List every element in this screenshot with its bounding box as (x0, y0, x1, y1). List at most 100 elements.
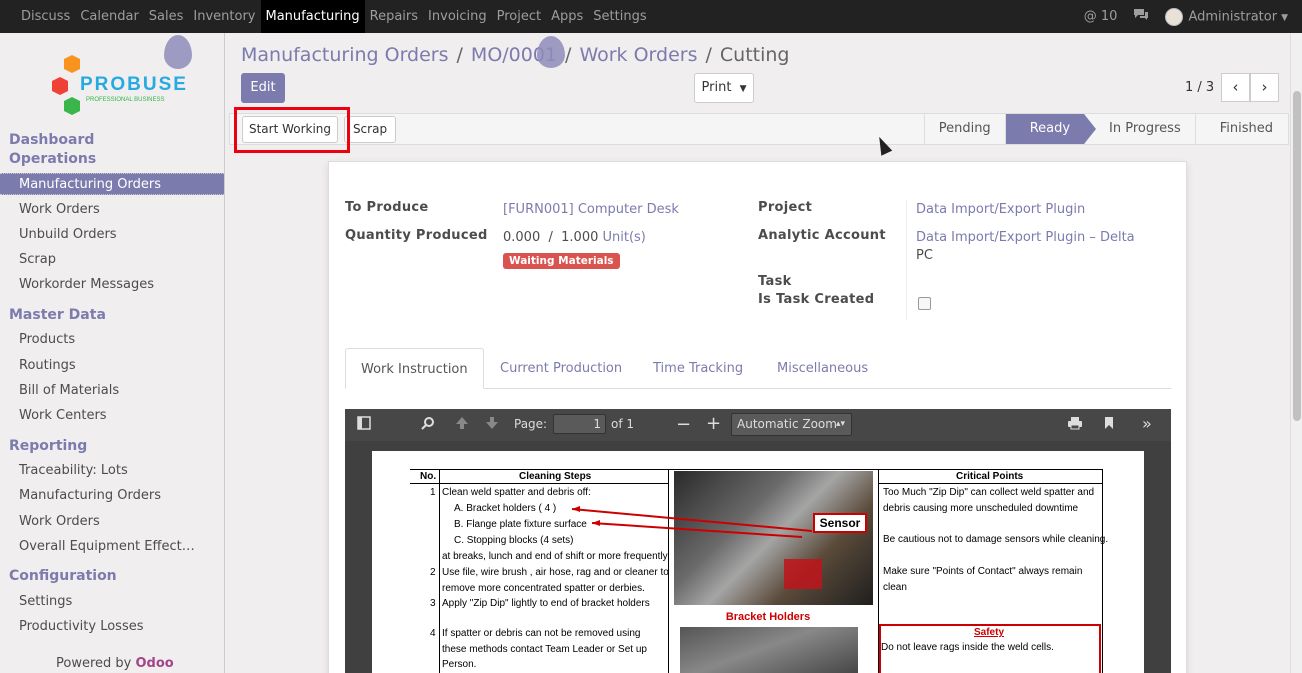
bracket-photo (680, 627, 858, 673)
analytic-account-label: Analytic Account (758, 228, 886, 243)
step-number: 3 (430, 598, 436, 609)
user-menu[interactable]: Administrator ▼ (1165, 7, 1288, 26)
sidebar-item-bom[interactable]: Bill of Materials (0, 380, 224, 402)
section-dashboard[interactable]: Dashboard (9, 132, 94, 148)
is-task-created-checkbox[interactable] (918, 297, 931, 310)
tab-work-instruction[interactable]: Work Instruction (345, 348, 484, 389)
tab-miscellaneous[interactable]: Miscellaneous (777, 348, 868, 389)
sidebar-item-oee[interactable]: Overall Equipment Effect… (0, 536, 224, 558)
section-reporting: Reporting (9, 438, 88, 454)
user-name: Administrator (1188, 9, 1278, 24)
step-text: Clean weld spatter and debris off: (442, 487, 591, 498)
page-scrollbar[interactable] (1290, 33, 1302, 673)
bookmark-icon[interactable] (1104, 416, 1114, 434)
sidebar-item-report-mo[interactable]: Manufacturing Orders (0, 485, 224, 507)
page-count: of 1 (611, 417, 635, 431)
zoom-select[interactable]: Automatic Zoom ▴▾ (731, 413, 852, 436)
uom-link[interactable]: Unit(s) (603, 230, 646, 245)
step-text: If spatter or debris can not be removed … (442, 628, 641, 639)
sidebar-item-traceability[interactable]: Traceability: Lots (0, 460, 224, 482)
tab-current-production[interactable]: Current Production (500, 348, 622, 389)
sidebar-item-scrap[interactable]: Scrap (0, 249, 224, 271)
notification-count: 10 (1100, 9, 1118, 24)
qty-produced-value: 0.000 / 1.000 Unit(s) (503, 230, 646, 245)
logo-tagline: PROFESSIONAL BUSINESS (86, 97, 164, 103)
menu-manufacturing[interactable]: Manufacturing (260, 0, 365, 33)
table-border (410, 483, 668, 484)
notifications[interactable]: @ 10 (1084, 9, 1118, 24)
pager-next-button[interactable]: › (1250, 73, 1279, 102)
select-arrows-icon: ▴▾ (835, 419, 845, 429)
safety-text: Do not leave rags inside the weld cells. (881, 642, 1054, 653)
stage-in-progress[interactable]: In Progress (1084, 114, 1195, 144)
project-link[interactable]: Data Import/Export Plugin (916, 202, 1085, 217)
to-produce-link[interactable]: [FURN001] Computer Desk (503, 202, 679, 217)
pager-previous-button[interactable]: ‹ (1221, 73, 1250, 102)
project-label: Project (758, 200, 813, 215)
menu-repairs[interactable]: Repairs (365, 0, 423, 33)
sidebar-item-settings[interactable]: Settings (0, 591, 224, 613)
menu-calendar[interactable]: Calendar (75, 0, 143, 33)
scrollbar-thumb[interactable] (1293, 91, 1301, 421)
sidebar-item-work-orders[interactable]: Work Orders (0, 199, 224, 221)
pager-value[interactable]: 1 / 3 (1185, 80, 1214, 95)
sidebar-item-workorder-messages[interactable]: Workorder Messages (0, 274, 224, 296)
sidebar: PROBUSE PROFESSIONAL BUSINESS Dashboard … (0, 33, 225, 673)
previous-page-icon[interactable] (455, 416, 469, 434)
breadcrumb: Manufacturing Orders / MO/0001/Work Orders… (241, 44, 789, 66)
critical-text: Too Much "Zip Dip" can collect weld spat… (883, 487, 1095, 498)
to-produce-label: To Produce (345, 200, 429, 215)
next-page-icon[interactable] (485, 416, 499, 434)
menu-apps[interactable]: Apps (546, 0, 588, 33)
sidebar-item-unbuild-orders[interactable]: Unbuild Orders (0, 224, 224, 246)
zoom-in-icon[interactable]: + (706, 413, 721, 434)
tab-time-tracking[interactable]: Time Tracking (653, 348, 743, 389)
breadcrumb-work-orders[interactable]: Work Orders (579, 44, 697, 66)
statusbar: Start Working Scrap Pending Ready In Pro… (229, 113, 1289, 145)
step-text: Person. (442, 659, 477, 670)
menu-inventory[interactable]: Inventory (188, 0, 260, 33)
print-icon[interactable] (1067, 416, 1083, 434)
zoom-out-icon[interactable]: − (676, 414, 691, 435)
pdf-page: No. Cleaning Steps Critical Points 1 Cle… (372, 451, 1144, 673)
col-critical-header: Critical Points (956, 471, 1024, 482)
stage-pending[interactable]: Pending (923, 114, 1005, 144)
task-label: Task (758, 274, 792, 289)
odoo-link[interactable]: Odoo (136, 656, 174, 671)
table-border (410, 469, 1102, 470)
page-number-input[interactable]: 1 (553, 414, 606, 434)
step-number: 2 (430, 567, 436, 578)
stage-finished[interactable]: Finished (1194, 114, 1287, 144)
sidebar-item-work-centers[interactable]: Work Centers (0, 405, 224, 427)
print-button[interactable]: Print ▼ (694, 73, 754, 103)
menu-discuss[interactable]: Discuss (16, 0, 75, 33)
breadcrumb-sep: / (705, 44, 712, 66)
sidebar-toggle-icon[interactable] (357, 416, 371, 434)
is-task-created-label: Is Task Created (758, 292, 875, 307)
scrap-button[interactable]: Scrap (344, 116, 396, 143)
bracket-holders-caption: Bracket Holders (678, 611, 858, 625)
tools-icon[interactable]: » (1142, 414, 1152, 433)
sidebar-item-report-wo[interactable]: Work Orders (0, 511, 224, 533)
step-text: Apply "Zip Dip" lightly to end of bracke… (442, 598, 650, 609)
menu-settings[interactable]: Settings (588, 0, 651, 33)
menu-project[interactable]: Project (492, 0, 546, 33)
edit-button[interactable]: Edit (241, 73, 285, 103)
menu-invoicing[interactable]: Invoicing (423, 0, 492, 33)
analytic-account-link[interactable]: Data Import/Export Plugin – Delta (916, 230, 1135, 245)
systray: @ 10 Administrator ▼ (1084, 0, 1288, 33)
search-icon[interactable] (421, 416, 435, 434)
top-navbar: Discuss Calendar Sales Inventory Manufac… (0, 0, 1302, 33)
status-badge: Waiting Materials (503, 253, 620, 269)
breadcrumb-mo[interactable]: Manufacturing Orders (241, 44, 449, 66)
sidebar-item-productivity-losses[interactable]: Productivity Losses (0, 616, 224, 638)
sidebar-item-products[interactable]: Products (0, 329, 224, 351)
stage-ready[interactable]: Ready (1004, 114, 1097, 144)
at-icon: @ (1083, 9, 1097, 24)
decorative-drop (164, 35, 192, 69)
sidebar-item-routings[interactable]: Routings (0, 355, 224, 377)
sidebar-item-manufacturing-orders[interactable]: Manufacturing Orders (0, 173, 224, 195)
menu-sales[interactable]: Sales (144, 0, 189, 33)
critical-text: Make sure "Points of Contact" always rem… (883, 566, 1083, 577)
chat-icon[interactable] (1133, 8, 1149, 25)
